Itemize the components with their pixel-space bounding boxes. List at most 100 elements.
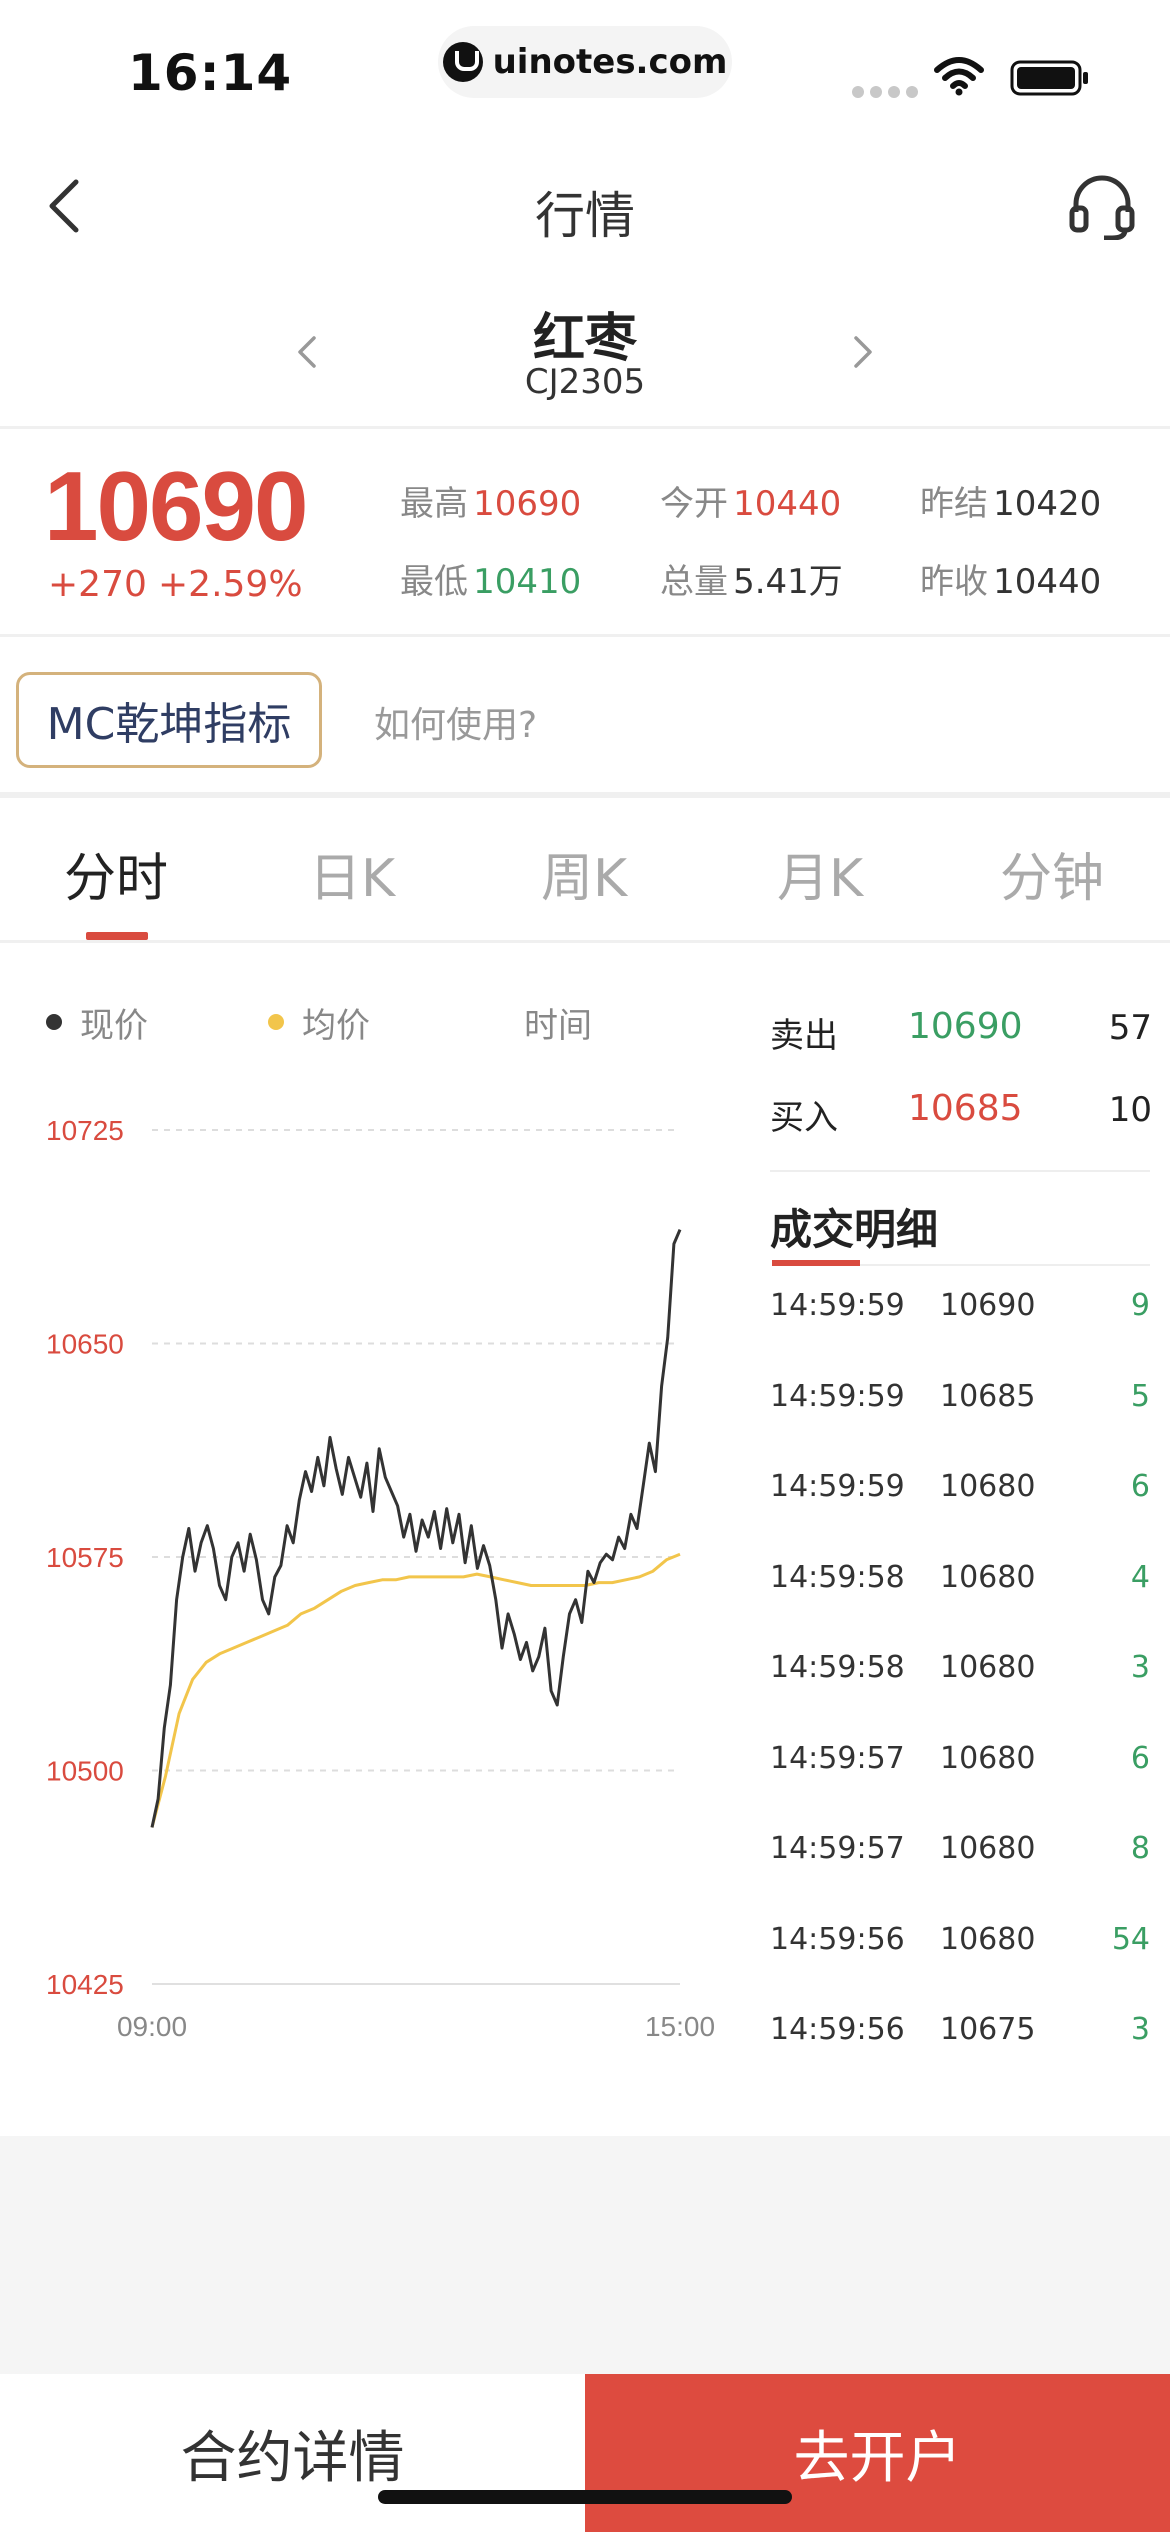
active-tab-indicator: [86, 932, 148, 940]
trade-row: 14:59:59 10685 5: [770, 1379, 1150, 1429]
trade-volume: 8: [1130, 1831, 1150, 1866]
trade-row: 14:59:56 10675 3: [770, 2012, 1150, 2062]
open-account-button[interactable]: 去开户: [585, 2374, 1170, 2532]
divider: [0, 792, 1170, 798]
avg-legend-label: 均价: [302, 1006, 370, 1046]
trade-time: 14:59:59: [770, 1469, 905, 1504]
url-pill[interactable]: uinotes.com: [438, 26, 732, 98]
sell-label: 卖出: [770, 1016, 838, 1056]
prev-close-value: 10440: [993, 562, 1102, 602]
volume-value: 5.41万: [733, 562, 843, 602]
trade-time: 14:59:56: [770, 2012, 905, 2047]
high-label: 最高: [400, 484, 468, 524]
tab-weekly-k[interactable]: 周K: [484, 836, 684, 911]
url-text: uinotes.com: [492, 42, 728, 82]
contract-name: 红枣: [532, 309, 637, 369]
last-price: 10690: [44, 451, 309, 561]
trade-price: 10680: [940, 1740, 1036, 1776]
trade-price: 10680: [940, 1469, 1036, 1504]
high-value: 10690: [473, 484, 582, 524]
buy-volume: 10: [1108, 1090, 1152, 1130]
trade-volume: 3: [1130, 1650, 1150, 1685]
price-line: [150, 1229, 682, 1828]
tab-daily-k[interactable]: 日K: [252, 836, 452, 911]
trade-time: 14:59:59: [770, 1288, 905, 1323]
mc-indicator-button[interactable]: MC乾坤指标: [16, 672, 322, 768]
trade-row: 14:59:58 10680 3: [770, 1650, 1150, 1700]
prev-settle-label: 昨结: [920, 484, 988, 524]
next-contract-icon[interactable]: [848, 332, 878, 372]
open-label: 今开: [660, 484, 728, 524]
page-title: 行情: [535, 187, 635, 245]
x-tick-label-end: 15:00: [645, 2011, 715, 2042]
trade-time: 14:59:57: [770, 1831, 905, 1866]
trade-price: 10680: [940, 1650, 1036, 1685]
divider: [0, 634, 1170, 637]
buy-price: 10685: [908, 1088, 1023, 1129]
buy-label: 买入: [770, 1098, 838, 1138]
cellular-signal-icon: [852, 86, 918, 98]
trade-title-underline: [772, 1260, 860, 1266]
trade-volume: 3: [1130, 2012, 1150, 2047]
trade-details-title: 成交明细: [770, 1205, 939, 1254]
battery-icon: [1010, 60, 1088, 96]
wifi-icon: [934, 57, 984, 96]
trade-price: 10680: [940, 1831, 1036, 1866]
x-tick-label-start: 09:00: [117, 2011, 187, 2042]
time-legend-label: 时间: [524, 1006, 592, 1046]
empty-area: [0, 2136, 1170, 2376]
sell-volume: 57: [1108, 1008, 1152, 1048]
y-tick-label: 10500: [46, 1756, 124, 1787]
trade-price: 10690: [940, 1288, 1036, 1323]
trade-row: 14:59:58 10680 4: [770, 1560, 1150, 1610]
average-price-line: [150, 1552, 681, 1828]
how-to-use-link[interactable]: 如何使用?: [374, 696, 537, 748]
price-change: +270: [48, 564, 147, 605]
trade-row: 14:59:59 10680 6: [770, 1469, 1150, 1519]
quote-open: 今开 10440: [660, 476, 841, 525]
y-tick-label: 10575: [46, 1542, 124, 1573]
tab-timeshare[interactable]: 分时: [16, 836, 216, 911]
divider: [860, 1264, 1150, 1266]
trade-time: 14:59:57: [770, 1740, 905, 1776]
quote-prev-settle: 昨结 10420: [920, 476, 1101, 525]
price-legend-dot: [46, 1014, 62, 1030]
divider: [0, 940, 1170, 943]
trade-volume: 4: [1130, 1559, 1150, 1595]
quote-prev-close: 昨收 10440: [920, 554, 1101, 603]
customer-service-headset-icon[interactable]: [1068, 172, 1136, 240]
avg-legend-dot: [268, 1014, 284, 1030]
divider: [0, 426, 1170, 429]
trade-price: 10680: [940, 1559, 1036, 1595]
tab-minute[interactable]: 分钟: [952, 836, 1152, 911]
trade-price: 10685: [940, 1378, 1036, 1414]
intraday-chart[interactable]: 10725 10650 10575 10500 10425 09:00 15:00: [0, 1080, 740, 2060]
trade-volume: 9: [1130, 1288, 1150, 1323]
prev-close-label: 昨收: [920, 562, 988, 602]
contract-code: CJ2305: [524, 362, 646, 402]
low-value: 10410: [473, 562, 582, 602]
home-indicator: [378, 2490, 792, 2504]
trade-price: 10680: [940, 1921, 1036, 1957]
quote-high: 最高 10690: [400, 476, 581, 525]
open-value: 10440: [733, 484, 842, 524]
trade-volume: 54: [1111, 1921, 1150, 1957]
trade-volume: 6: [1130, 1740, 1150, 1776]
trade-time: 14:59:56: [770, 1921, 905, 1957]
trade-volume: 6: [1130, 1469, 1150, 1504]
volume-label: 总量: [660, 562, 728, 602]
trade-row: 14:59:59 10690 9: [770, 1288, 1150, 1338]
y-tick-label: 10425: [46, 1969, 124, 2000]
divider: [770, 1170, 1150, 1172]
status-time: 16:14: [128, 44, 293, 102]
price-change-percent: +2.59%: [158, 564, 303, 605]
contract-details-button[interactable]: 合约详情: [0, 2374, 585, 2532]
y-tick-label: 10725: [46, 1115, 124, 1146]
prev-settle-value: 10420: [993, 484, 1102, 524]
sell-price: 10690: [908, 1006, 1023, 1047]
trade-row: 14:59:57 10680 6: [770, 1741, 1150, 1791]
trade-time: 14:59:58: [770, 1650, 905, 1685]
trade-price: 10675: [940, 2012, 1036, 2047]
trade-row: 14:59:56 10680 54: [770, 1922, 1150, 1972]
tab-monthly-k[interactable]: 月K: [720, 836, 920, 911]
